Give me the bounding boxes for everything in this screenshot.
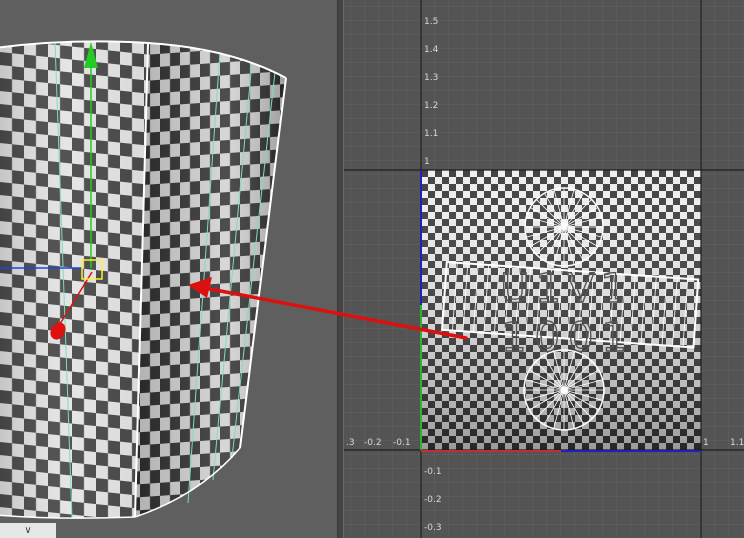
cylinder-mesh[interactable] — [0, 40, 287, 519]
v-tick-label: -0.3 — [424, 523, 442, 533]
viewport-canvas[interactable] — [0, 0, 337, 538]
v-tick-label: 1.4 — [424, 45, 439, 55]
cylinder-side-shade — [135, 43, 286, 517]
uv-canvas[interactable]: U1V1 1001 — [344, 0, 744, 538]
chevron-down-icon: ∨ — [24, 525, 32, 536]
v-tick-label: 1 — [424, 157, 430, 167]
u-tick-label: -0.1 — [393, 438, 411, 448]
view-menu-button[interactable]: ∨ — [0, 523, 56, 538]
v-tick-label: -0.1 — [424, 467, 442, 477]
3d-viewport[interactable]: ∨ — [0, 0, 337, 538]
u-tick-label: 1 — [703, 438, 709, 448]
cylinder-front-shade — [0, 41, 148, 519]
panel-splitter[interactable] — [337, 0, 344, 538]
v-tick-label: -0.2 — [424, 495, 442, 505]
uv-shell-top-cap[interactable] — [524, 187, 604, 267]
udim-number-label: 1001 — [501, 315, 635, 361]
u-tick-label: 1.1 — [730, 438, 744, 448]
v-tick-label: 1.3 — [424, 73, 439, 83]
uv-editor-panel[interactable]: U1V1 1001 1.5 1.4 1.3 1.2 1.1 1 -0.1 -0.… — [344, 0, 744, 538]
u-tick-label: -0.2 — [364, 438, 382, 448]
v-tick-label: 1.1 — [424, 129, 439, 139]
uv-shell-bottom-cap[interactable] — [523, 349, 605, 431]
v-tick-label: 1.5 — [424, 17, 439, 27]
udim-tile-label: U1V1 — [500, 266, 632, 312]
u-tick-label: .3 — [346, 438, 355, 448]
v-tick-label: 1.2 — [424, 101, 439, 111]
